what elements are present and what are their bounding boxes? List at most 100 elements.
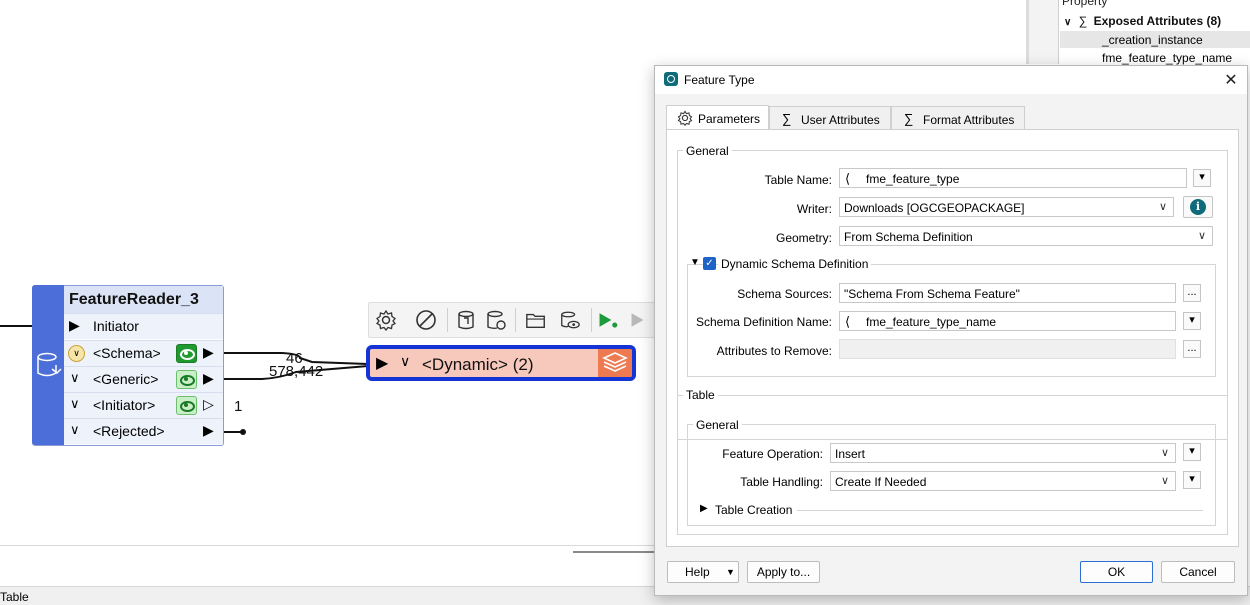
output-port-rejected[interactable]: ∨ <Rejected> ▶ (64, 418, 223, 444)
attributes-to-remove-browse-button[interactable]: ... (1183, 340, 1201, 358)
input-port-initiator[interactable]: ▶ Initiator (64, 313, 223, 339)
dropdown-arrow-icon: ▾ (1189, 314, 1195, 326)
schema-definition-name-field[interactable]: ⟨ fme_feature_type_name (839, 311, 1176, 331)
tab-label: User Attributes (801, 113, 880, 127)
output-arrow-icon[interactable]: ▶ (203, 344, 214, 361)
run-to-this-icon[interactable] (597, 309, 619, 331)
table-name-field[interactable]: ⟨ fme_feature_type (839, 168, 1187, 188)
database-icon (37, 352, 62, 377)
feature-operation-select[interactable]: Insert ∨ (830, 443, 1176, 463)
tab-label: Format Attributes (923, 113, 1015, 127)
table-name-menu-button[interactable]: ▾ (1193, 169, 1211, 187)
table-handling-select[interactable]: Create If Needed ∨ (830, 471, 1176, 491)
chevron-down-icon: ∨ (1160, 447, 1169, 459)
writer-select[interactable]: Downloads [OGCGEOPACKAGE] ∨ (839, 197, 1174, 217)
reader-title-bar[interactable]: FeatureReader_3 (64, 286, 223, 313)
chevron-down-icon: ∨ (1158, 201, 1167, 213)
output-arrow-icon[interactable]: ▶ (203, 370, 214, 387)
group-label: General (683, 144, 732, 158)
layers-icon[interactable] (598, 349, 632, 377)
ellipsis-label: ... (1187, 286, 1197, 298)
inspect-cache-icon[interactable] (559, 309, 581, 331)
dropdown-arrow-icon: ▾ (1189, 445, 1195, 457)
exposed-attributes-group[interactable]: ∨ ∑ Exposed Attributes (8) (1064, 14, 1221, 28)
tab-label: Parameters (698, 112, 761, 126)
sigma-icon: ∑ (904, 111, 914, 126)
schema-definition-menu-button[interactable]: ▾ (1183, 312, 1201, 330)
output-port-schema[interactable]: ∨ <Schema> ▶ (64, 340, 223, 366)
bottom-panel-label: Table (0, 590, 29, 604)
chevron-down-icon[interactable]: ∨ (400, 353, 410, 370)
cache-icon[interactable] (455, 309, 477, 331)
cache-settings-icon[interactable] (485, 309, 507, 331)
dynamic-writer-node[interactable]: ▶ ∨ <Dynamic> (2) (366, 345, 636, 381)
eye-icon[interactable] (176, 396, 197, 415)
attributes-to-remove-field[interactable] (839, 339, 1176, 359)
schema-definition-name-value: fme_feature_type_name (866, 315, 997, 329)
chevron-down-icon[interactable]: ∨ (70, 396, 80, 412)
feature-type-dialog: Feature Type ✕ Parameters ∑ User Attribu… (654, 65, 1248, 596)
tab-parameters[interactable]: Parameters (666, 105, 769, 130)
table-name-label: Table Name: (764, 173, 832, 187)
table-creation-label[interactable]: Table Creation (712, 503, 795, 517)
attributes-to-remove-label: Attributes to Remove: (716, 344, 832, 358)
table-handling-value: Create If Needed (835, 475, 927, 489)
output-port-generic[interactable]: ∨ <Generic> ▶ (64, 366, 223, 392)
chevron-down-icon[interactable]: ∨ (70, 422, 80, 438)
cancel-button-label: Cancel (1179, 565, 1217, 579)
eye-icon[interactable] (176, 344, 197, 363)
writer-info-button[interactable]: i (1183, 196, 1213, 218)
chevron-down-icon[interactable]: ∨ (1064, 17, 1071, 28)
feature-operation-menu-button[interactable]: ▾ (1183, 443, 1201, 461)
reader-band[interactable] (32, 285, 64, 445)
cancel-button[interactable]: Cancel (1161, 561, 1235, 583)
writer-value: Downloads [OGCGEOPACKAGE] (844, 201, 1025, 215)
horizontal-scrollbar[interactable] (573, 551, 663, 553)
writer-label: Writer: (796, 202, 832, 216)
feature-operation-label: Feature Operation: (722, 447, 823, 461)
writer-feature-type-label: <Dynamic> (2) (422, 355, 534, 374)
fme-app-icon (664, 72, 678, 86)
folder-icon[interactable] (525, 309, 547, 331)
attribute-row[interactable]: fme_feature_type_name (1102, 51, 1232, 65)
geometry-select[interactable]: From Schema Definition ∨ (839, 226, 1213, 246)
output-arrow-icon[interactable]: ▶ (203, 422, 214, 439)
input-arrow-icon[interactable]: ▶ (376, 353, 388, 373)
port-label: <Initiator> (93, 397, 156, 413)
input-arrow-icon: ▶ (69, 317, 80, 333)
table-handling-menu-button[interactable]: ▾ (1183, 471, 1201, 489)
attribute-name: fme_feature_type_name (1102, 51, 1233, 65)
help-button[interactable]: Help ▼ (667, 561, 739, 583)
apply-to-button[interactable]: Apply to... (747, 561, 820, 583)
disable-icon[interactable] (415, 309, 437, 331)
table-handling-label: Table Handling: (740, 475, 823, 489)
schema-sources-browse-button[interactable]: ... (1183, 284, 1201, 302)
collapse-triangle-icon[interactable]: ▼ (690, 257, 700, 268)
expand-triangle-icon[interactable]: ▶ (700, 503, 708, 514)
panel-splitter[interactable] (1026, 0, 1029, 64)
schema-sources-value: "Schema From Schema Feature" (844, 287, 1020, 301)
schema-sources-label: Schema Sources: (737, 287, 832, 301)
attribute-value-icon: ⟨ (845, 314, 851, 329)
section-divider (797, 510, 1203, 511)
attribute-row[interactable]: _creation_instance (1060, 31, 1250, 48)
apply-to-button-label: Apply to... (756, 565, 811, 579)
eye-icon[interactable] (176, 370, 197, 389)
tab-user-attributes[interactable]: ∑ User Attributes (769, 106, 891, 130)
output-arrow-outline-icon[interactable]: ▷ (203, 396, 214, 413)
schema-sources-field[interactable]: "Schema From Schema Feature" (839, 283, 1176, 303)
output-port-initiator[interactable]: ∨ <Initiator> ▷ (64, 392, 223, 418)
gear-icon[interactable] (375, 309, 397, 331)
ok-button[interactable]: OK (1080, 561, 1153, 583)
input-port-label: Initiator (93, 318, 139, 334)
chevron-down-icon[interactable]: ∨ (70, 370, 80, 386)
dynamic-schema-checkbox[interactable]: ✓ (703, 257, 716, 270)
reader-title: FeatureReader_3 (69, 291, 199, 308)
schema-badge-icon[interactable]: ∨ (68, 345, 85, 362)
dropdown-arrow-icon: ▾ (1189, 473, 1195, 485)
close-icon[interactable]: ✕ (1221, 70, 1241, 90)
dropdown-arrow-icon: ▼ (726, 567, 735, 577)
parameters-panel: General Table Name: ⟨ fme_feature_type ▾… (666, 129, 1239, 547)
run-from-this-icon[interactable] (629, 309, 651, 331)
tab-format-attributes[interactable]: ∑ Format Attributes (891, 106, 1025, 130)
